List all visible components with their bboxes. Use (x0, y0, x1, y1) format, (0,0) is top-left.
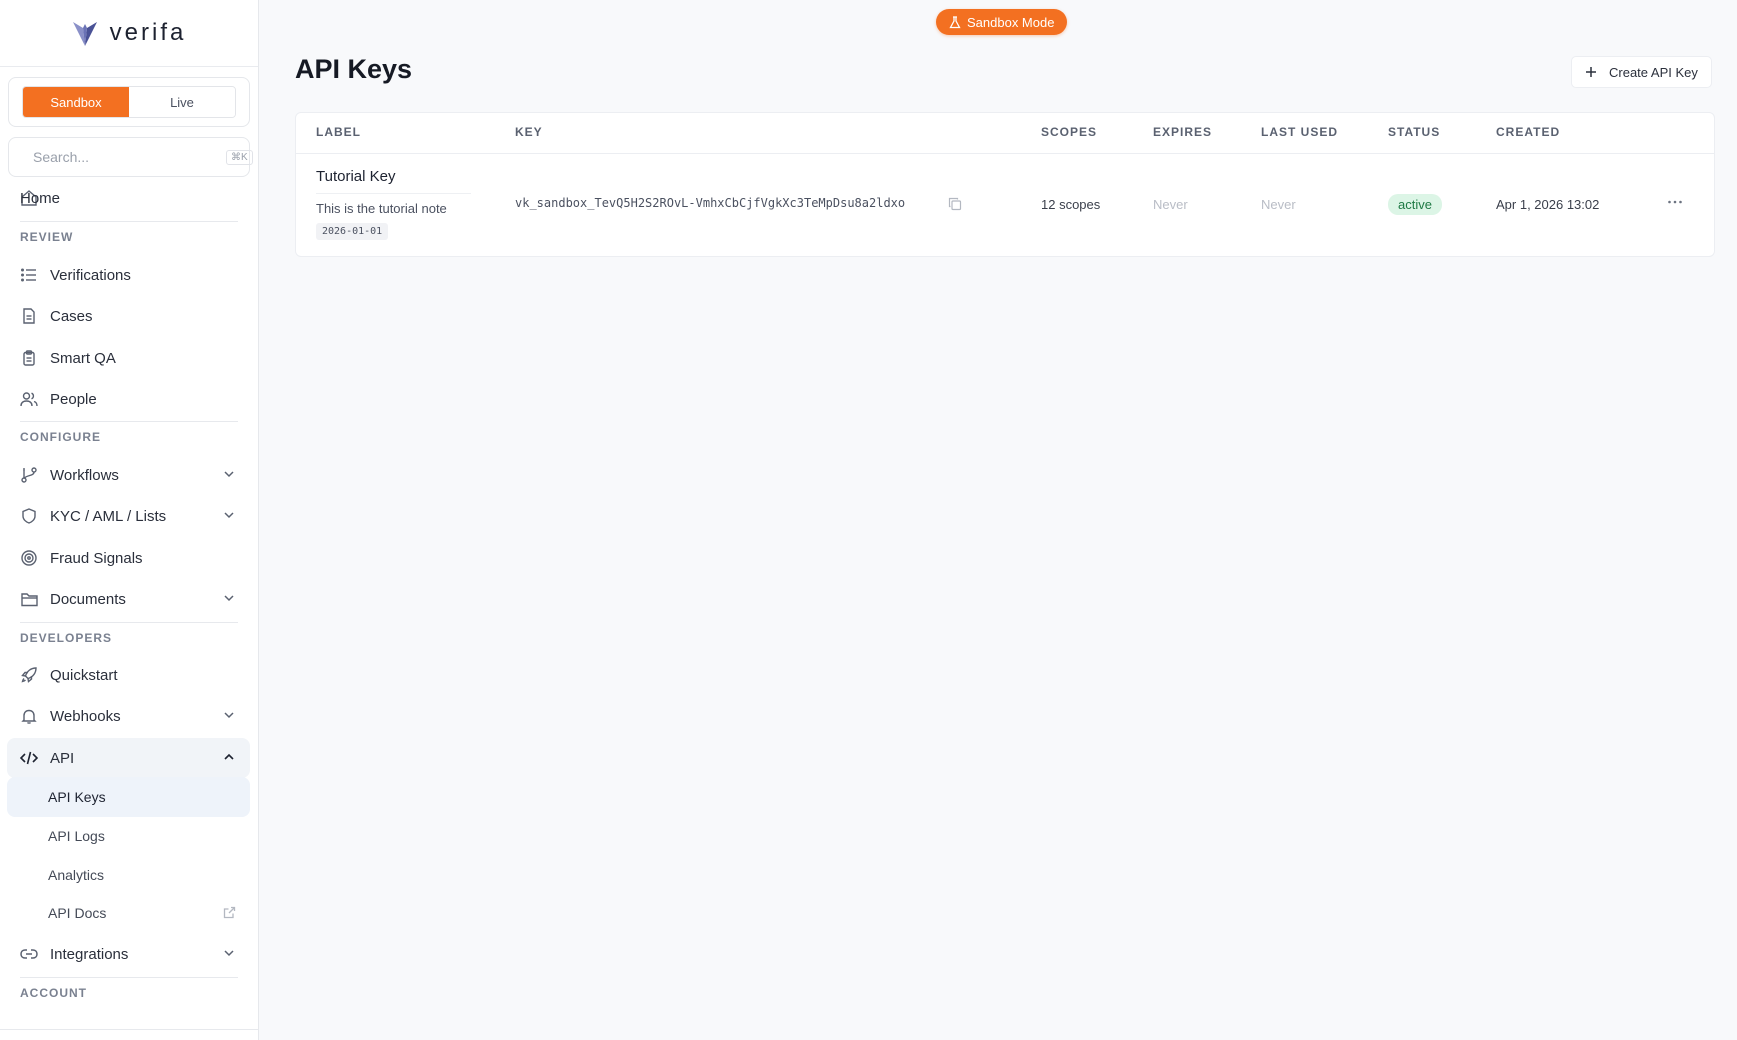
key-date-chip: 2026-01-01 (316, 223, 389, 240)
sandbox-mode-label: Sandbox Mode (967, 14, 1055, 30)
verifa-logo-icon (72, 22, 97, 46)
plus-icon (1586, 67, 1596, 77)
sidebar-item-label: Webhooks (50, 707, 121, 725)
sidebar-item-label: KYC / AML / Lists (50, 507, 167, 525)
sidebar-subitem-api-logs[interactable]: API Logs (7, 816, 250, 856)
column-header-last-used: LAST USED (1261, 125, 1339, 139)
flask-icon (949, 15, 961, 28)
rocket-icon (20, 666, 38, 684)
created-date: Apr 1, 2026 13:02 (1496, 197, 1600, 212)
chevron-up-icon (224, 753, 234, 760)
folder-icon (20, 590, 38, 608)
people-icon (20, 390, 38, 408)
sidebar-subitem-analytics[interactable]: Analytics (7, 855, 250, 895)
column-header-key: KEY (515, 125, 543, 139)
sidebar-item-label: Quickstart (50, 666, 118, 684)
shield-icon (20, 507, 38, 525)
create-api-key-label: Create API Key (1609, 64, 1698, 80)
sidebar-item-integrations[interactable]: Integrations (7, 934, 250, 974)
section-label-configure: CONFIGURE (20, 430, 101, 444)
chevron-down-icon (224, 712, 234, 719)
sidebar-item-kyc-aml-lists[interactable]: KYC / AML / Lists (7, 496, 250, 536)
divider (20, 221, 238, 222)
sidebar-item-people[interactable]: People (7, 379, 250, 419)
sidebar-item-label: Workflows (50, 466, 119, 484)
target-icon (20, 549, 38, 567)
sidebar-item-quickstart[interactable]: Quickstart (7, 655, 250, 695)
column-header-expires: EXPIRES (1153, 125, 1213, 139)
sidebar-item-label: Cases (50, 307, 93, 325)
column-header-scopes: SCOPES (1041, 125, 1098, 139)
divider (20, 421, 238, 422)
sidebar-footer-divider (0, 1029, 258, 1030)
sidebar-item-label: Fraud Signals (50, 549, 143, 567)
sidebar-item-label: API (50, 749, 75, 767)
sidebar-item-workflows[interactable]: Workflows (7, 455, 250, 495)
git-branch-icon (20, 466, 38, 484)
environment-toggle: Sandbox Live (22, 86, 236, 118)
env-sandbox-option[interactable]: Sandbox (23, 87, 129, 117)
document-icon (20, 307, 38, 325)
sidebar-item-home[interactable]: Home (7, 178, 250, 218)
create-api-key-button[interactable]: Create API Key (1571, 56, 1712, 88)
sidebar-subitem-api-docs[interactable]: API Docs (7, 893, 250, 933)
sidebar-item-label: Documents (50, 590, 126, 608)
brand-name: verifa (109, 19, 187, 46)
column-header-created: CREATED (1496, 125, 1561, 139)
api-keys-table: LABEL KEY SCOPES EXPIRES LAST USED STATU… (295, 112, 1715, 257)
more-options-icon[interactable] (1666, 193, 1684, 211)
external-link-icon (223, 906, 236, 919)
sidebar-item-cases[interactable]: Cases (7, 296, 250, 336)
sidebar-subitem-api-keys[interactable]: API Keys (7, 777, 250, 817)
last-used-value: Never (1261, 197, 1296, 212)
search-box: ⌘K (8, 137, 253, 177)
column-header-label: LABEL (316, 125, 361, 139)
brand: verifa (0, 0, 258, 67)
label-divider (316, 193, 471, 194)
table-header: LABEL KEY SCOPES EXPIRES LAST USED STATU… (296, 113, 1714, 154)
page-title: API Keys (295, 54, 413, 84)
chevron-down-icon (224, 595, 234, 602)
env-live-option[interactable]: Live (129, 87, 235, 117)
section-label-review: REVIEW (20, 230, 74, 244)
sidebar-item-label: Verifications (50, 266, 131, 284)
bell-icon (20, 707, 38, 725)
chevron-down-icon (224, 950, 234, 957)
divider (20, 977, 238, 978)
chevron-down-icon (224, 471, 234, 478)
sidebar-item-fraud-signals[interactable]: Fraud Signals (7, 538, 250, 578)
column-header-status: STATUS (1388, 125, 1441, 139)
sidebar-item-verifications[interactable]: Verifications (7, 255, 250, 295)
sidebar: verifa Sandbox Live ⌘K Home REVIEW Verif… (0, 0, 259, 1040)
clipboard-icon (20, 349, 38, 367)
sidebar-item-label: Integrations (50, 945, 129, 963)
list-icon (20, 266, 38, 284)
link-icon (20, 945, 38, 963)
sidebar-subitem-label: API Docs (48, 905, 107, 921)
sidebar-item-webhooks[interactable]: Webhooks (7, 696, 250, 736)
key-label: Tutorial Key (316, 168, 396, 185)
sidebar-item-smart-qa[interactable]: Smart QA (7, 338, 250, 378)
environment-switch: Sandbox Live (8, 77, 250, 127)
section-label-developers: DEVELOPERS (20, 631, 113, 645)
section-label-account: ACCOUNT (20, 986, 87, 1000)
chevron-down-icon (224, 512, 234, 519)
sidebar-item-label: Smart QA (50, 349, 116, 367)
search-shortcut-hint: ⌘K (226, 149, 253, 165)
copy-icon[interactable] (948, 197, 962, 211)
search-input[interactable] (31, 148, 216, 166)
scopes-count: 12 scopes (1041, 197, 1101, 212)
sidebar-item-label: Home (20, 189, 61, 207)
status-badge: active (1388, 194, 1442, 215)
sidebar-item-documents[interactable]: Documents (7, 579, 250, 619)
code-icon (20, 749, 38, 767)
sidebar-item-api[interactable]: API (7, 738, 250, 778)
sidebar-item-label: People (50, 390, 97, 408)
key-note: This is the tutorial note (316, 201, 447, 216)
divider (20, 622, 238, 623)
api-key-value: vk_sandbox_TevQ5H2S2ROvL-VmhxCbCjfVgkXc3… (515, 196, 906, 210)
sandbox-mode-badge: Sandbox Mode (936, 9, 1068, 35)
expires-value: Never (1153, 197, 1188, 212)
